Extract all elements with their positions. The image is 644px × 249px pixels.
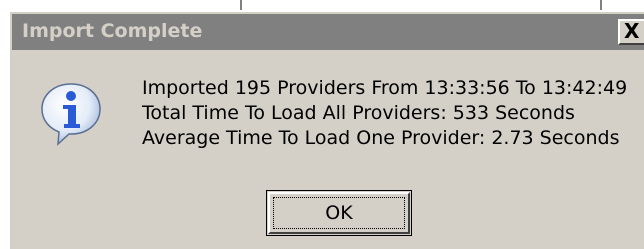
background-divider [600,0,602,10]
dialog-title: Import Complete [22,20,203,42]
close-button[interactable]: X [618,19,644,45]
ok-button[interactable]: OK [266,190,412,236]
info-icon [41,83,101,146]
background-window [0,0,644,10]
background-window-edge [0,10,8,249]
ok-button-label: OK [325,202,353,224]
message-line: Total Time To Load All Providers: 533 Se… [142,102,575,124]
dialog-titlebar[interactable]: Import Complete X [12,14,644,50]
message-line: Imported 195 Providers From 13:33:56 To … [142,77,628,99]
message-line: Average Time To Load One Provider: 2.73 … [142,127,620,149]
close-icon: X [624,19,640,43]
message-text: Imported 195 Providers From 13:33:56 To … [142,76,627,151]
import-complete-dialog: Import Complete X Imported 195 Providers… [8,10,644,249]
background-divider [240,0,242,10]
